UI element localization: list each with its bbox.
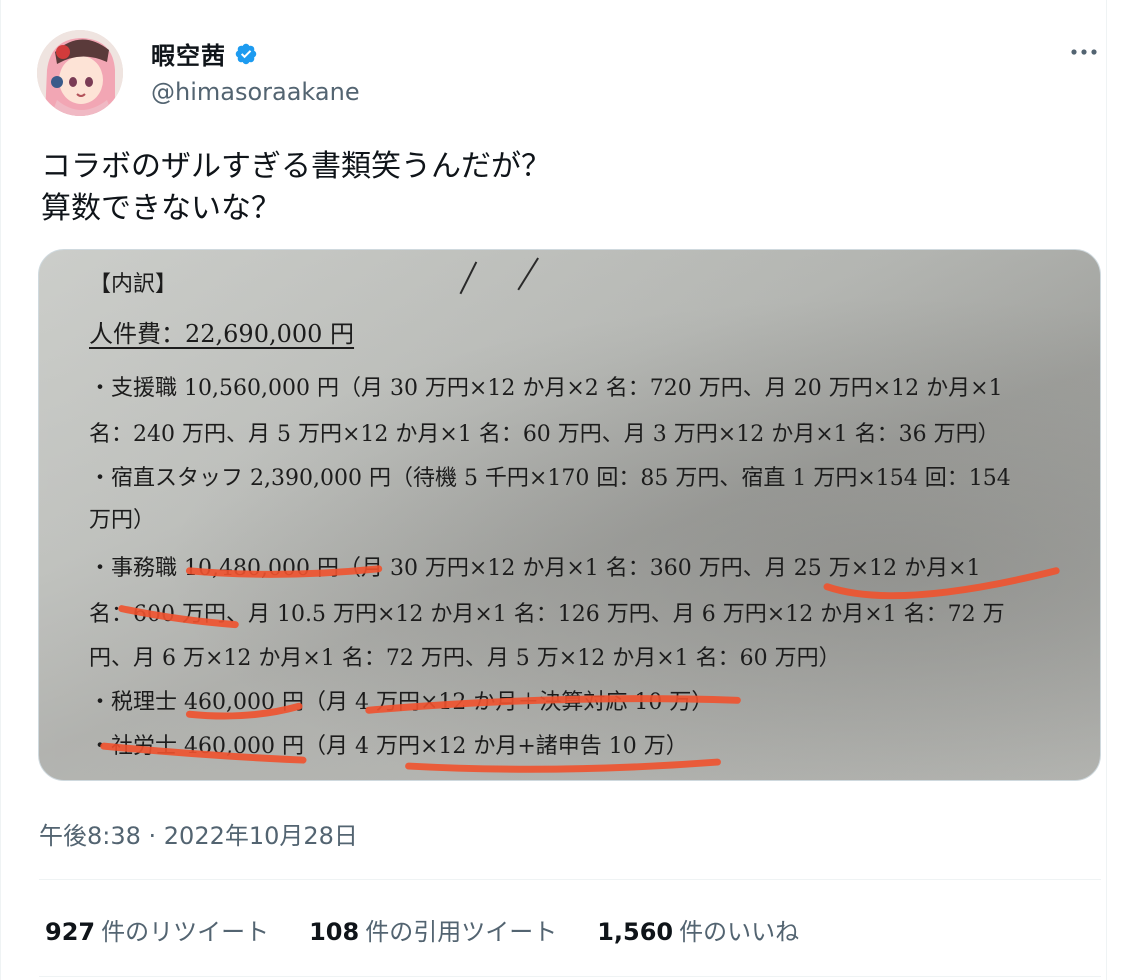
doc-line: 名：600 万円、月 10.5 万円×12 か月×1 名：126 万円、月 6 … [89,602,1005,627]
doc-personnel-cost: 人件費：22,690,000 円 [89,320,355,348]
stat-label: 件の引用ツイート [365,918,558,946]
engagement-stats: 927 件のリツイート 108 件の引用ツイート 1,560 件のいいね [45,912,799,947]
divider [39,879,1101,880]
doc-line: 万円） [89,508,156,533]
retweet-count[interactable]: 927 件のリツイート [45,912,269,947]
divider [39,976,1101,977]
tweet-timestamp[interactable]: 午後8:38 · 2022年10月28日 [39,816,358,851]
display-name[interactable]: 暇空茜 [151,36,226,71]
doc-heading: 【内訳】 [89,272,178,297]
doc-line: 名：240 万円、月 5 万円×12 か月×1 名：60 万円、月 3 万円×1… [89,422,1000,447]
more-options-icon[interactable] [1064,38,1104,66]
doc-line: ・税理士 460,000 円（月 4 万円×12 か月＋決算対応 10 万） [89,690,714,715]
doc-line: ・事務職 10,480,000 円（月 30 万円×12 か月×1 名：360 … [89,556,981,581]
stat-count: 108 [309,918,360,946]
stat-count: 1,560 [597,918,674,946]
attached-photo[interactable]: 【内訳】 人件費：22,690,000 円 ・支援職 10,560,000 円（… [38,249,1101,781]
doc-line: ・支援職 10,560,000 円（月 30 万円×12 か月×2 名：720 … [89,376,1003,401]
user-handle[interactable]: @himasoraakane [151,78,360,106]
doc-line: ・社労士 460,000 円（月 4 万円×12 か月+諸申告 10 万） [89,734,688,759]
tweet-text-line: 算数できないな？ [41,191,281,226]
avatar-image [37,30,123,116]
quote-tweet-count[interactable]: 108 件の引用ツイート [309,912,557,947]
doc-line: 円、月 6 万×12 か月×1 名：72 万円、月 5 万×12 か月×1 名：… [89,646,841,671]
verified-badge-icon [235,43,257,64]
stat-label: 件のリツイート [101,918,270,946]
avatar[interactable] [37,30,123,116]
doc-line: ・宿直スタッフ 2,390,000 円（待機 5 千円×170 回：85 万円、… [89,466,1011,491]
tweet-text-line: コラボのザルすぎる書類笑うんだが？ [41,149,551,184]
like-count[interactable]: 1,560 件のいいね [597,912,799,947]
stat-count: 927 [45,918,96,946]
tweet-text: コラボのザルすぎる書類笑うんだが？ 算数できないな？ [41,146,1081,230]
tweet: 暇空茜 @himasoraakane コラボのザルすぎる書類笑うんだが？ 算数で… [0,0,1107,980]
stat-label: 件のいいね [679,918,800,946]
user-name-row[interactable]: 暇空茜 [151,36,258,71]
document-text: 【内訳】 人件費：22,690,000 円 ・支援職 10,560,000 円（… [39,250,1100,780]
